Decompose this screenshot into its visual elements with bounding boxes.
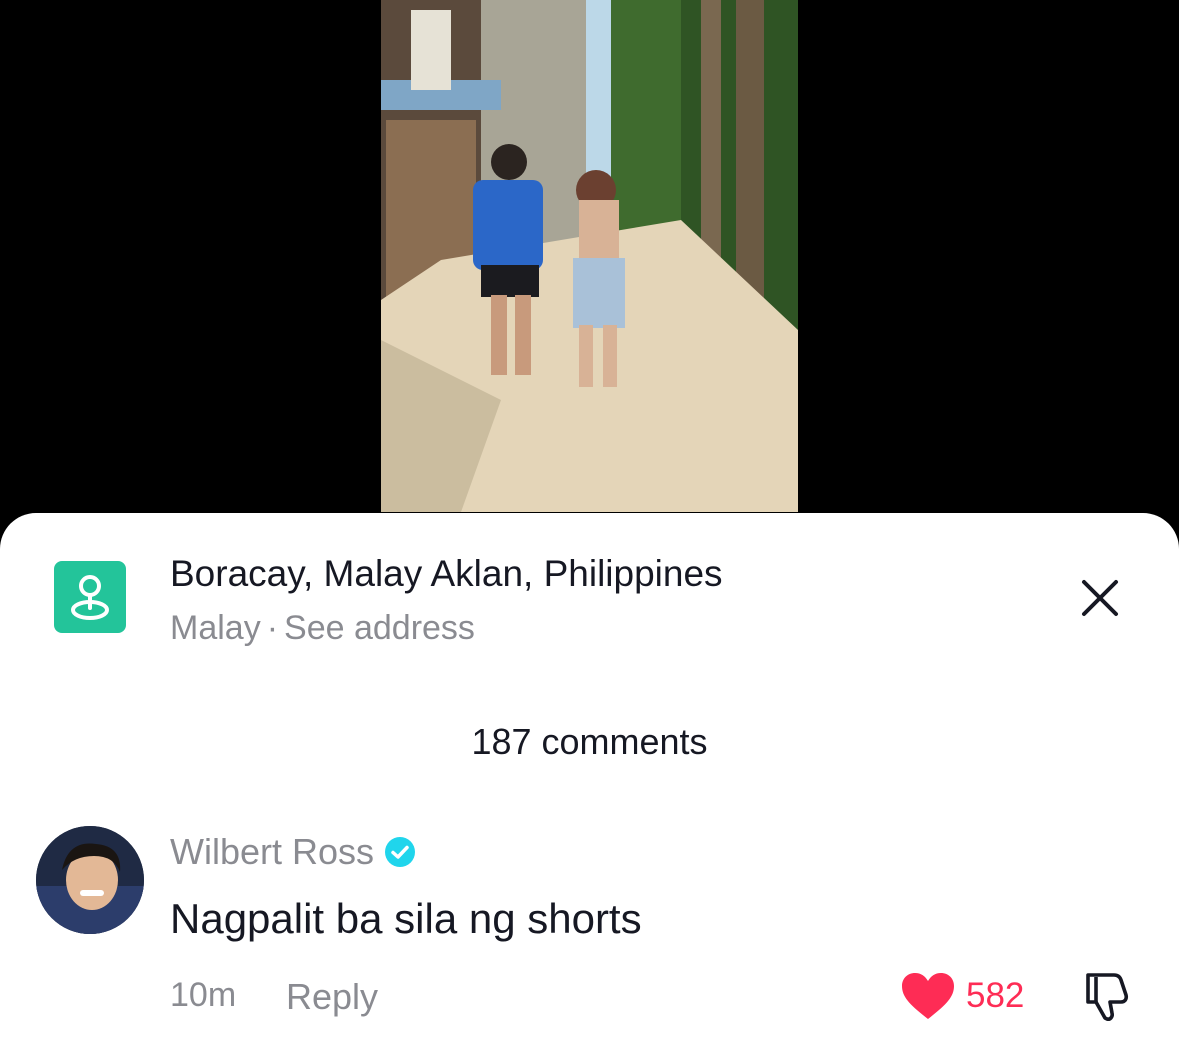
location-pin-icon[interactable] [54,561,126,633]
location-subtitle: Malay · See address [170,609,475,648]
location-pin-glyph [71,575,109,620]
verified-badge-icon [385,837,416,867]
comments-sheet: Boracay, Malay Aklan, Philippines Malay ·… [0,513,1179,1061]
avatar[interactable] [36,826,144,934]
see-address-link[interactable]: See address [284,609,475,647]
avatar-image [36,826,144,934]
heart-icon [902,973,954,1019]
video-player[interactable] [381,0,798,512]
close-icon [1082,580,1118,616]
screen: Boracay, Malay Aklan, Philippines Malay ·… [0,0,1179,1061]
location-city: Malay [170,609,261,647]
thumbs-down-icon [1086,973,1129,1021]
comment-time: 10m [170,976,237,1014]
like-button[interactable] [900,971,956,1021]
dislike-button[interactable] [1078,969,1134,1025]
username-text: Wilbert Ross [170,831,375,872]
close-button[interactable] [1076,574,1124,622]
reply-button[interactable]: Reply [286,976,378,1018]
comment-text: Nagpalit ba sila ng shorts [170,895,642,942]
like-count: 582 [966,976,1025,1015]
comment-count: 187 comments [471,721,708,762]
separator-dot: · [266,609,279,647]
video-frame-image [381,0,798,512]
location-title[interactable]: Boracay, Malay Aklan, Philippines [170,553,723,595]
comment-username[interactable]: Wilbert Ross [170,831,416,873]
